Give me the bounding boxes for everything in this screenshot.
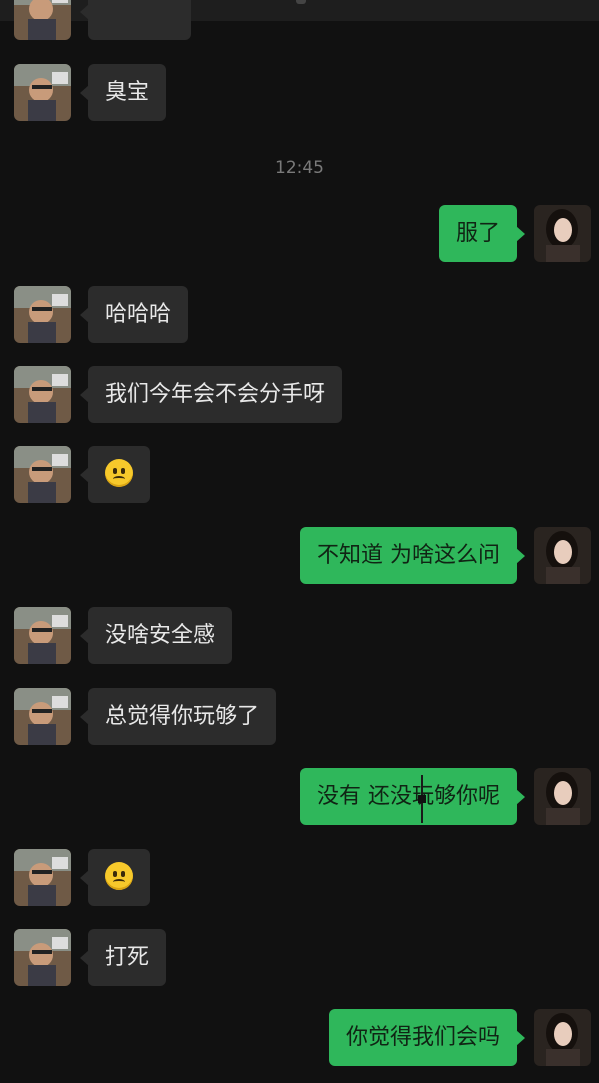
title-indicator — [296, 0, 306, 4]
message-bubble-incoming[interactable]: 哈哈哈 — [79, 286, 189, 343]
message-text: 我们今年会不会分手呀 — [105, 382, 326, 407]
user-avatar[interactable] — [534, 527, 591, 584]
user-avatar[interactable] — [534, 1009, 591, 1066]
contact-avatar[interactable] — [14, 929, 71, 986]
message-text: 打死 — [105, 945, 150, 970]
chat-screen: ‹ 臭宝 12:45 服了 哈哈哈 我们今年会不会分手呀 — [0, 0, 599, 1083]
user-avatar[interactable] — [534, 768, 591, 825]
message-text: 你觉得我们会吗 — [345, 1025, 500, 1050]
message-text: 没啥安全感 — [105, 623, 216, 648]
contact-avatar[interactable] — [14, 286, 71, 343]
message-text: 总觉得你玩够了 — [105, 704, 260, 729]
contact-avatar[interactable] — [14, 0, 71, 40]
message-bubble-incoming[interactable]: 没啥安全感 — [79, 607, 233, 664]
message-bubble-outgoing[interactable]: 服了 — [438, 205, 526, 262]
contact-avatar[interactable] — [14, 446, 71, 503]
user-avatar[interactable] — [534, 205, 591, 262]
contact-avatar[interactable] — [14, 607, 71, 664]
message-bubble-outgoing[interactable]: 没有 还没玩够你呢 — [300, 768, 525, 825]
message-bubble-incoming[interactable]: 臭宝 — [79, 64, 167, 121]
message-bubble-incoming[interactable]: 打死 — [79, 929, 167, 986]
text-cursor — [416, 775, 428, 823]
frowning-face-icon — [105, 862, 133, 890]
message-bubble-outgoing[interactable]: 不知道 为啥这么问 — [300, 527, 525, 584]
message-text: 服了 — [455, 221, 500, 246]
message-text: 没有 还没玩够你呢 — [317, 784, 500, 809]
message-text: 不知道 为啥这么问 — [317, 543, 500, 568]
frowning-face-icon — [105, 459, 133, 487]
message-bubble-outgoing[interactable]: 你觉得我们会吗 — [328, 1009, 526, 1066]
message-text: 哈哈哈 — [105, 302, 172, 327]
message-bubble-incoming[interactable]: 我们今年会不会分手呀 — [79, 366, 343, 423]
message-bubble-incoming[interactable] — [80, 446, 150, 503]
message-timestamp: 12:45 — [275, 158, 324, 178]
contact-avatar[interactable] — [14, 688, 71, 745]
message-bubble-incoming[interactable] — [80, 849, 150, 906]
message-bubble-incoming[interactable] — [80, 0, 191, 40]
contact-avatar[interactable] — [14, 849, 71, 906]
contact-avatar[interactable] — [14, 366, 71, 423]
contact-avatar[interactable] — [14, 64, 71, 121]
message-text: 臭宝 — [105, 80, 150, 105]
message-bubble-incoming[interactable]: 总觉得你玩够了 — [79, 688, 277, 745]
